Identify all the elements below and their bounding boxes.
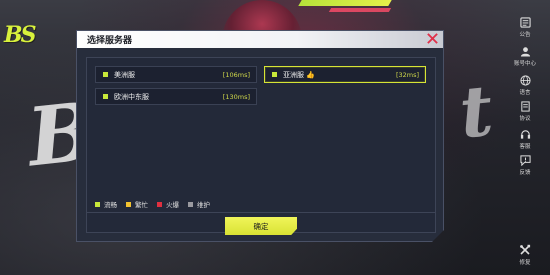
side-menu: 公告 账号中心 语言 协议 客服 反馈 修复 (500, 0, 550, 275)
close-icon (426, 30, 439, 49)
server-item-asia[interactable]: 亚洲服 👍 [32ms] (264, 66, 426, 83)
server-item-europe-middle-east[interactable]: 欧洲中东服 [130ms] (95, 88, 257, 105)
side-item-label: 账号中心 (513, 61, 536, 67)
server-ping: [32ms] (395, 70, 419, 79)
divider (87, 212, 435, 213)
background-stripe (298, 0, 392, 6)
side-item-label: 修复 (519, 260, 531, 266)
document-icon (519, 100, 531, 112)
side-item-announcement[interactable]: 公告 (506, 16, 544, 46)
status-dot (103, 94, 108, 99)
user-icon (519, 45, 531, 57)
dialog-title: 选择服务器 (87, 36, 133, 46)
legend-item: 流畅 (95, 199, 117, 209)
side-item-agreement[interactable]: 协议 (506, 100, 544, 130)
side-item-account[interactable]: 账号中心 (506, 45, 544, 75)
legend-dot (126, 202, 131, 207)
headset-icon (519, 128, 531, 140)
legend-item: 繁忙 (126, 199, 148, 209)
legend-label: 维护 (197, 201, 210, 209)
server-list-panel: 美洲服 [106ms] 亚洲服 👍 [32ms] 欧洲中东服 [130ms] 流畅… (86, 57, 436, 233)
close-button[interactable] (425, 32, 440, 47)
side-item-label: 客服 (519, 144, 531, 150)
legend-item: 火爆 (157, 199, 179, 209)
server-name: 欧洲中东服 (114, 92, 149, 101)
server-ping: [130ms] (222, 92, 250, 101)
side-item-feedback[interactable]: 反馈 (506, 154, 544, 184)
legend-dot (95, 202, 100, 207)
announcement-icon (519, 16, 531, 28)
server-ping: [106ms] (222, 70, 250, 79)
status-dot (272, 72, 277, 77)
server-name: 美洲服 (114, 70, 135, 79)
tools-icon (519, 244, 531, 256)
legend-dot (188, 202, 193, 207)
game-logo: BS (4, 22, 37, 48)
side-item-label: 协议 (519, 116, 531, 122)
server-select-dialog: 选择服务器 美洲服 [106ms] 亚洲服 👍 [32ms] 欧洲中东服 [130… (76, 30, 444, 242)
feedback-icon (519, 154, 531, 166)
dialog-header: 选择服务器 (77, 31, 443, 48)
legend-label: 流畅 (104, 201, 117, 209)
side-item-label: 语言 (519, 90, 531, 96)
legend-item: 维护 (188, 199, 210, 209)
side-item-label: 公告 (519, 32, 531, 38)
legend-dot (157, 202, 162, 207)
server-name-group: 亚洲服 👍 (283, 70, 396, 80)
side-item-label: 反馈 (519, 170, 531, 176)
confirm-button[interactable]: 确定 (225, 217, 297, 235)
status-dot (103, 72, 108, 77)
status-legend: 流畅 繁忙 火爆 维护 (95, 199, 219, 209)
globe-icon (519, 74, 531, 86)
server-name: 亚洲服 (283, 70, 304, 79)
background-stripe (328, 8, 392, 12)
legend-label: 火爆 (166, 201, 179, 209)
server-item-americas[interactable]: 美洲服 [106ms] (95, 66, 257, 83)
side-item-repair[interactable]: 修复 (506, 244, 544, 274)
legend-label: 繁忙 (135, 201, 148, 209)
thumbs-up-icon: 👍 (306, 70, 315, 79)
